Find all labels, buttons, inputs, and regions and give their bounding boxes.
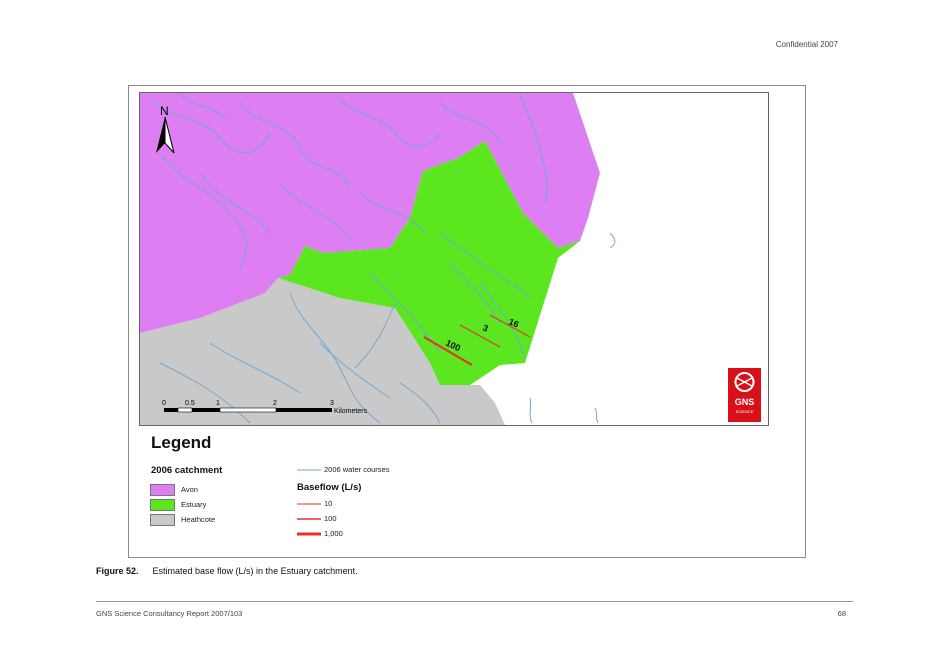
legend-item-avon: Avon — [150, 483, 198, 496]
legend-item-baseflow-1000: 1,000 — [297, 528, 343, 539]
legend-item-heathcote: Heathcote — [150, 513, 216, 526]
page-number: 68 — [837, 609, 846, 618]
avon-swatch — [150, 483, 175, 496]
baseflow-legend-title: Baseflow (L/s) — [297, 482, 362, 493]
caption-text: Estimated base flow (L/s) in the Estuary… — [152, 566, 358, 576]
logo-subtext: SCIENCE — [736, 409, 754, 414]
legend-item-baseflow-10: 10 — [297, 498, 332, 509]
north-label: N — [160, 104, 169, 118]
scale-tick-0: 0 — [162, 400, 166, 407]
map[interactable]: 16 3 100 N 0 0.5 1 2 3 Kilometers GNS SC… — [139, 92, 769, 426]
estuary-swatch — [150, 498, 175, 511]
legend-label-baseflow-100: 100 — [324, 514, 337, 523]
baseflow-10-sample — [297, 503, 321, 504]
legend-label-baseflow-1000: 1,000 — [324, 529, 343, 538]
legend-label-heathcote: Heathcote — [181, 515, 216, 524]
footer-report-id: GNS Science Consultancy Report 2007/103 — [96, 609, 243, 618]
catchment-legend-title: 2006 catchment — [151, 465, 223, 476]
baseflow-100-sample — [297, 517, 321, 520]
legend-label-estuary: Estuary — [181, 500, 207, 509]
scale-tick-2: 2 — [273, 400, 277, 407]
legend-title: Legend — [151, 433, 212, 452]
footer-rule — [96, 601, 853, 602]
confidential-label: Confidential 2007 — [775, 40, 838, 49]
legend-item-baseflow-100: 100 — [297, 513, 337, 524]
scale-tick-1: 1 — [216, 400, 220, 407]
legend-label-baseflow-10: 10 — [324, 499, 333, 508]
water-course-line-sample — [297, 469, 321, 470]
baseflow-1000-sample — [297, 532, 321, 535]
gns-logo: GNS SCIENCE — [728, 368, 761, 422]
heathcote-swatch — [150, 513, 175, 526]
legend-label-water: 2006 water courses — [324, 465, 390, 474]
figure-caption: Figure 52. Estimated base flow (L/s) in t… — [96, 566, 358, 576]
legend-label-avon: Avon — [181, 485, 198, 494]
legend-item-estuary: Estuary — [150, 498, 207, 511]
map-canvas[interactable]: 16 3 100 N 0 0.5 1 2 3 Kilometers GNS SC… — [140, 93, 768, 425]
scale-tick-3: 3 — [330, 400, 334, 407]
logo-text: GNS — [735, 397, 755, 407]
caption-label: Figure 52. — [96, 566, 139, 576]
scale-unit: Kilometers — [334, 408, 368, 415]
legend-item-water-courses: 2006 water courses — [297, 464, 389, 475]
scale-tick-0-5: 0.5 — [185, 400, 195, 407]
